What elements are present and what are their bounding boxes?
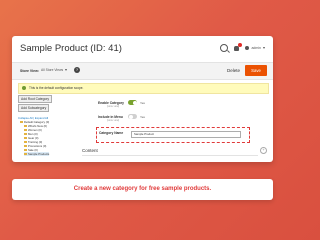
folder-icon (24, 133, 27, 135)
store-view-label: Store View: (20, 69, 39, 73)
admin-account-menu[interactable]: admin (245, 46, 265, 50)
header-actions: admin (220, 42, 265, 52)
include-in-menu-scope: [store view] (107, 119, 120, 122)
notifications-bell-icon[interactable] (234, 42, 243, 51)
search-icon[interactable] (220, 44, 229, 52)
page-title: Sample Product (ID: 41) (20, 43, 122, 54)
expand-icon[interactable]: + (260, 147, 267, 154)
chevron-down-icon (263, 47, 265, 49)
folder-icon (24, 149, 27, 151)
save-button[interactable]: Save (245, 65, 267, 76)
caption-text: Create a new category for free sample pr… (73, 185, 212, 192)
category-name-label: Category Name (99, 131, 124, 135)
folder-icon (24, 153, 27, 155)
notification-badge (238, 42, 243, 47)
folder-icon (24, 125, 27, 127)
page-actions-toolbar: Store View: All Store Views ? Delete Sav… (12, 62, 273, 80)
folder-icon (24, 137, 27, 139)
category-name-input[interactable]: Sample Product (131, 131, 241, 138)
add-subcategory-button[interactable]: Add Subcategory (18, 104, 50, 112)
enable-category-value: Yes (140, 101, 145, 105)
store-view-value: All Store Views (41, 68, 64, 72)
include-in-menu-value: Yes (140, 115, 145, 119)
help-icon[interactable]: ? (74, 67, 80, 73)
include-in-menu-toggle[interactable] (128, 114, 137, 119)
content-section-title[interactable]: Content (82, 148, 98, 153)
enable-category-toggle[interactable] (128, 100, 137, 105)
chevron-down-icon (65, 69, 68, 71)
enable-category-scope: [store view] (107, 105, 120, 108)
folder-icon (24, 129, 27, 131)
admin-label: admin (251, 46, 261, 50)
tree-item-selected[interactable]: Sample Products (24, 152, 50, 156)
divider (82, 155, 258, 156)
delete-button[interactable]: Delete (227, 68, 240, 73)
user-icon (245, 46, 250, 50)
info-icon (22, 86, 26, 90)
folder-icon (24, 141, 27, 143)
store-view-switcher[interactable]: All Store Views (41, 68, 68, 72)
folder-icon (20, 121, 23, 123)
folder-icon (24, 145, 27, 147)
scope-notice: This is the default configuration scope. (18, 83, 269, 94)
notice-text: This is the default configuration scope. (29, 86, 84, 90)
add-root-category-button[interactable]: Add Root Category (18, 95, 53, 103)
caption-box: Create a new category for free sample pr… (12, 179, 273, 200)
